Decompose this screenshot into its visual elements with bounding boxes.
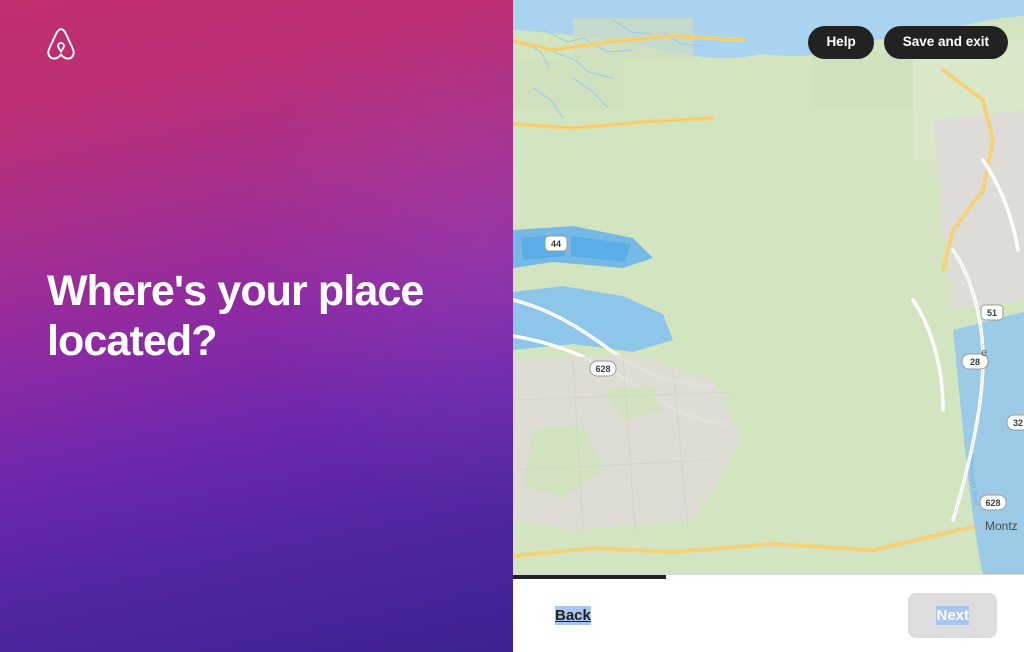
help-button[interactable]: Help	[808, 26, 874, 59]
wizard-footer: Back Next	[513, 575, 1024, 652]
svg-text:32: 32	[1013, 418, 1023, 428]
next-label: Next	[936, 606, 969, 625]
back-label: Back	[555, 606, 591, 625]
svg-text:51: 51	[987, 308, 997, 318]
svg-text:28: 28	[970, 357, 980, 367]
map-canvas[interactable]: Mississippi River 44 51 628 28 32 628 e …	[513, 0, 1024, 575]
next-button[interactable]: Next	[908, 593, 997, 638]
back-button[interactable]: Back	[555, 601, 591, 630]
svg-text:e: e	[981, 347, 987, 359]
onboarding-screen: Where's your place located? Mississippi …	[0, 0, 1024, 652]
svg-text:628: 628	[985, 498, 1000, 508]
save-and-exit-button[interactable]: Save and exit	[883, 26, 1008, 59]
footer-controls: Back Next	[513, 579, 1024, 652]
right-panel: Mississippi River 44 51 628 28 32 628 e …	[513, 0, 1024, 652]
page-title: Where's your place located?	[47, 267, 424, 365]
svg-text:Montz: Montz	[985, 519, 1018, 533]
svg-text:628: 628	[595, 364, 610, 374]
top-actions: Help Save and exit	[808, 26, 1008, 59]
svg-text:44: 44	[551, 239, 561, 249]
airbnb-belo-logo-icon[interactable]	[44, 26, 78, 64]
hero-panel: Where's your place located?	[0, 0, 513, 652]
